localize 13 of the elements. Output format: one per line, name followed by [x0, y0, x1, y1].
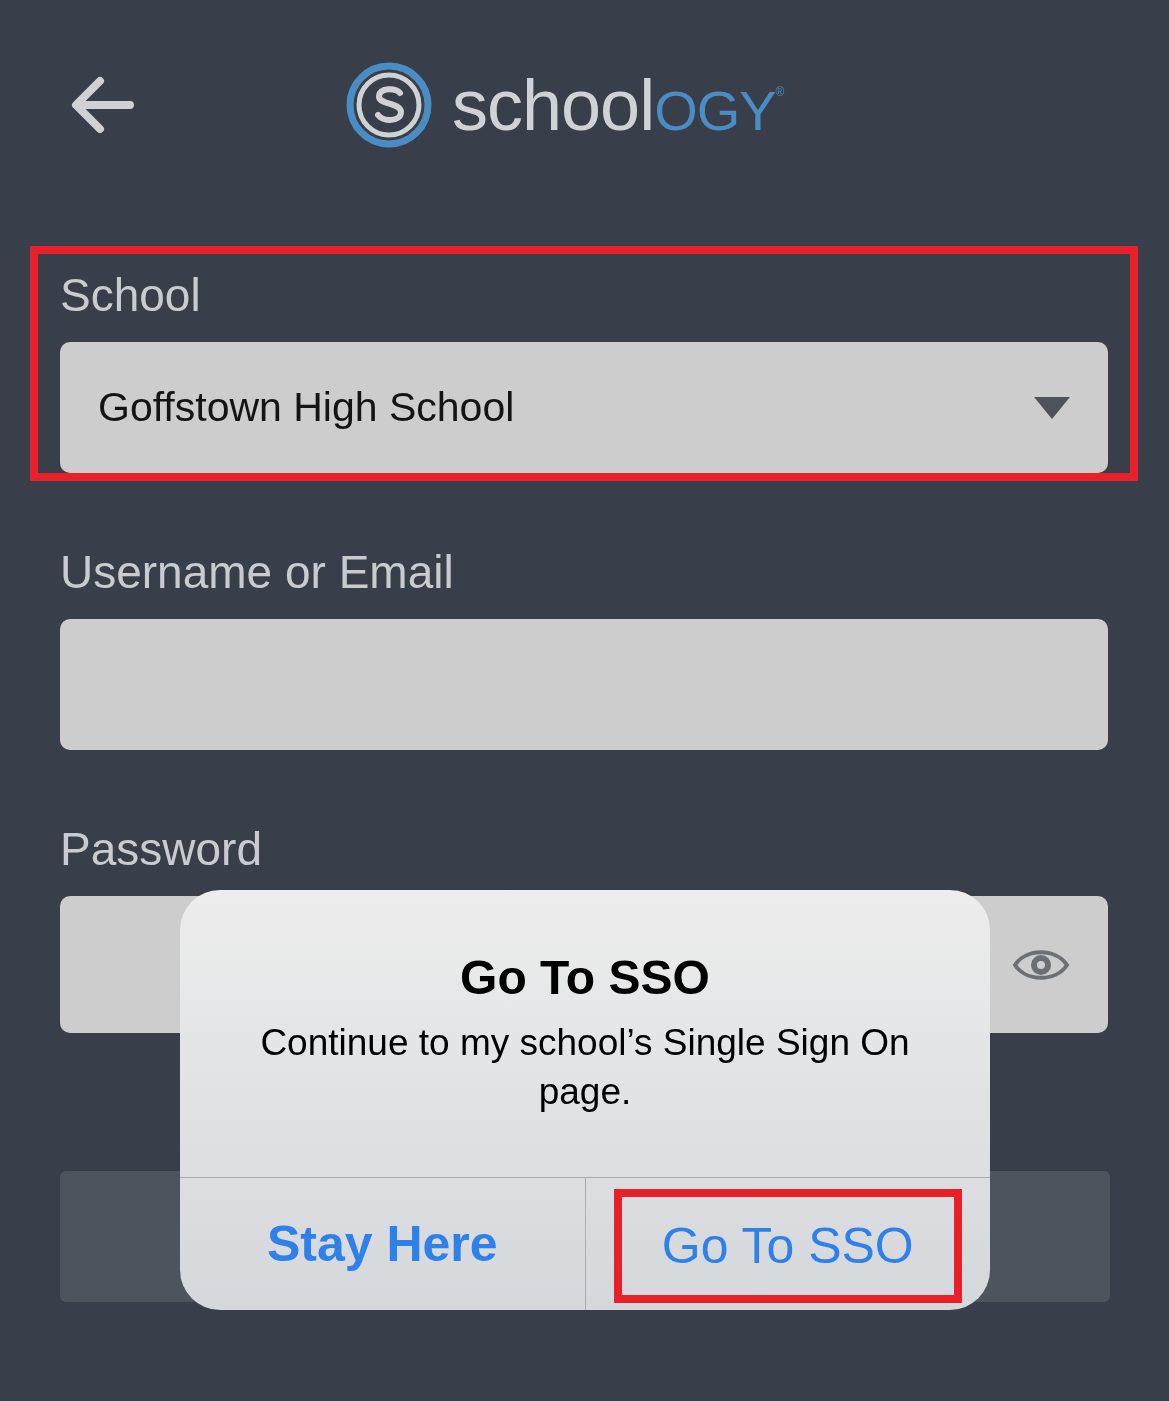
school-dropdown[interactable]: Goffstown High School	[60, 342, 1108, 473]
dialog-title: Go To SSO	[460, 952, 710, 1005]
field-label: Username or Email	[60, 545, 454, 600]
back-arrow-icon[interactable]	[70, 76, 134, 134]
dialog-button[interactable]: Stay Here	[228, 1201, 536, 1287]
logo-icon	[346, 62, 432, 148]
username-field[interactable]	[60, 619, 1108, 750]
field-label: Password	[60, 822, 262, 877]
logo-wordmark: schoolOGY$^{®}$	[452, 69, 784, 141]
dialog-message: Continue to my school’s Single Sign On page.	[259, 1020, 911, 1114]
dialog-button[interactable]: Go To SSO	[613, 1189, 962, 1303]
dropdown-caret-icon	[1034, 396, 1070, 419]
field-label: School	[60, 268, 201, 323]
